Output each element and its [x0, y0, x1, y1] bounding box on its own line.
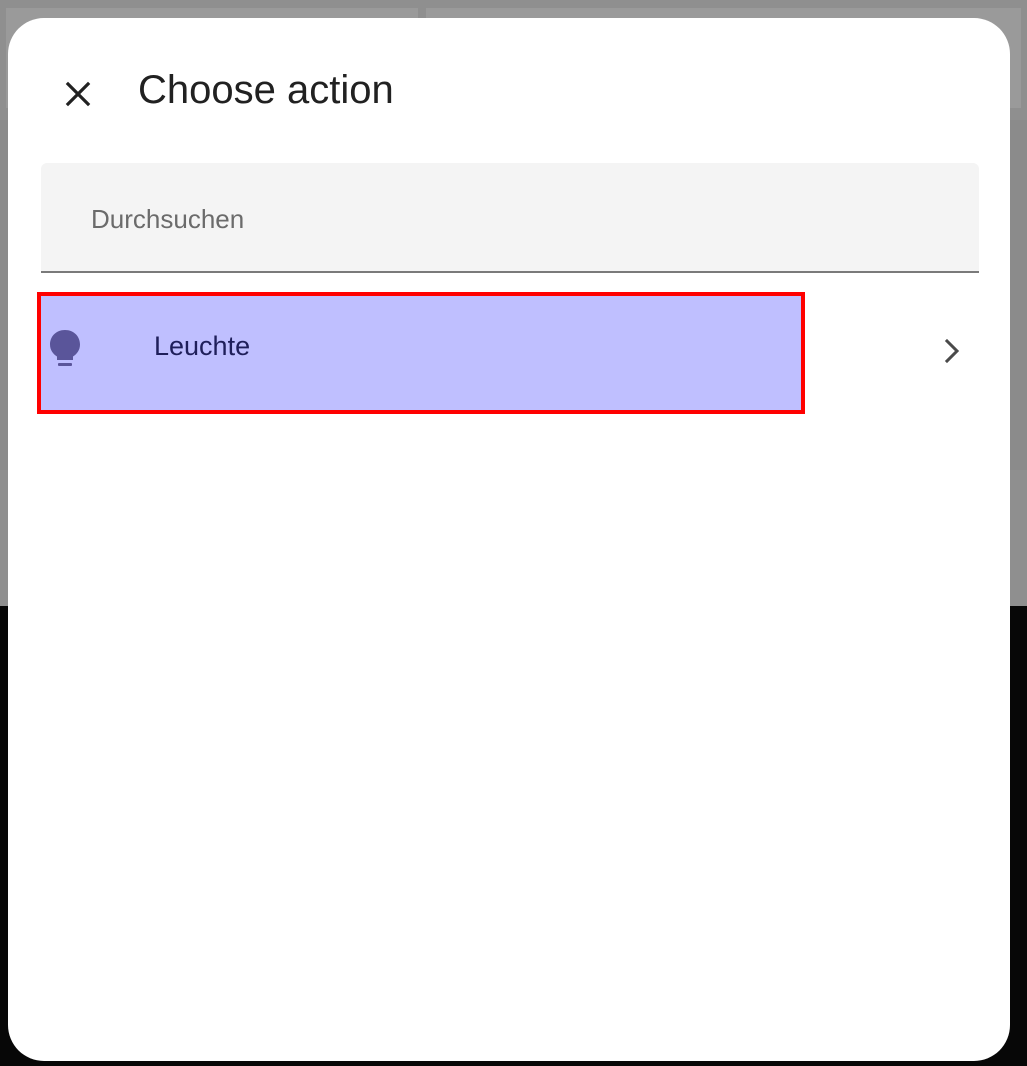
search-input[interactable]: [89, 193, 953, 245]
chevron-right-icon: [944, 338, 960, 364]
search-field[interactable]: [41, 163, 979, 273]
close-button[interactable]: [54, 70, 102, 118]
list-item-leuchte[interactable]: Leuchte: [8, 292, 1010, 414]
close-icon: [65, 81, 91, 107]
lightbulb-icon: [50, 330, 80, 366]
choose-action-dialog: Choose action Leuchte: [8, 18, 1010, 1061]
list-item-label: Leuchte: [154, 331, 251, 361]
dialog-header: Choose action: [8, 18, 1010, 158]
dialog-title: Choose action: [138, 68, 394, 112]
list-item-highlight: [37, 292, 805, 414]
